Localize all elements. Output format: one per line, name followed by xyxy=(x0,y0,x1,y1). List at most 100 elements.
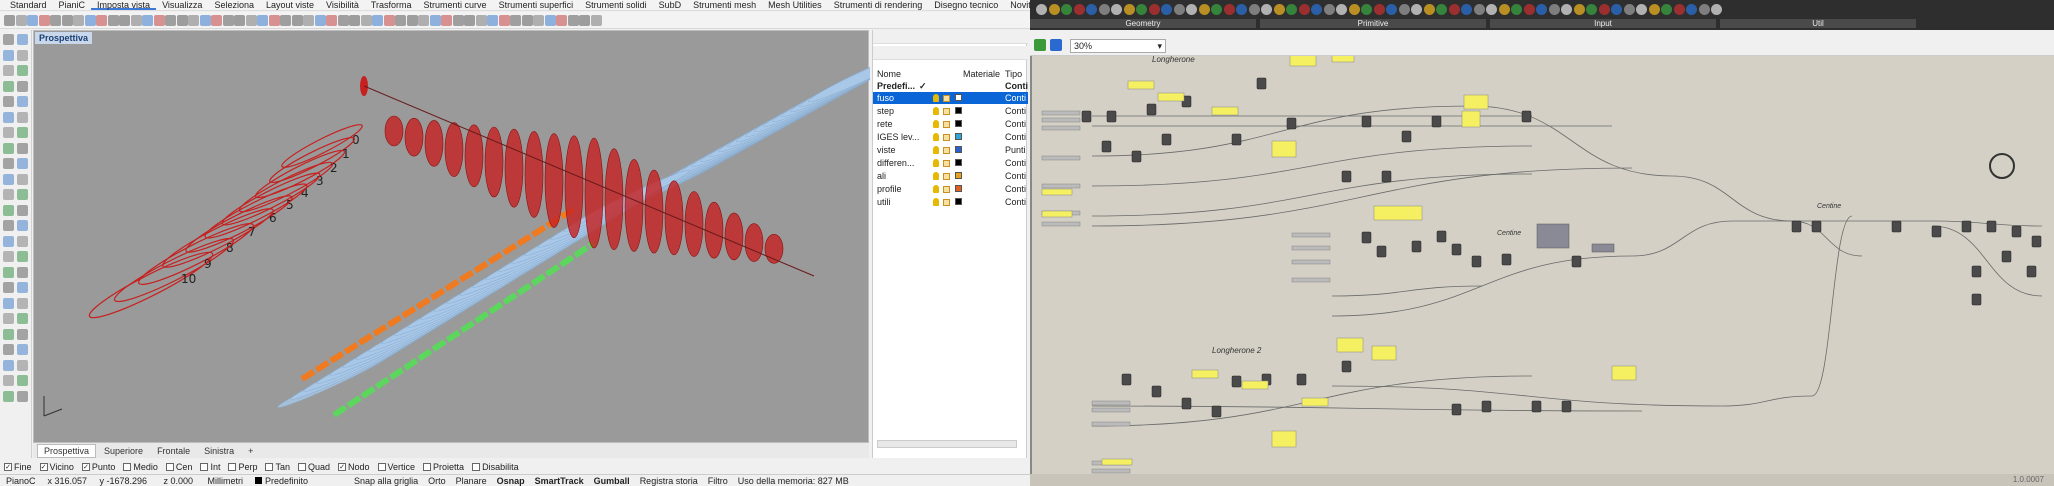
toolbar-icon[interactable] xyxy=(360,15,372,26)
viewport-tab[interactable]: Sinistra xyxy=(198,445,240,457)
toolbar-icon[interactable] xyxy=(418,15,429,26)
fuselage-frame[interactable] xyxy=(504,128,524,208)
gh-param[interactable] xyxy=(1591,243,1615,253)
component-icon[interactable] xyxy=(1536,4,1547,15)
navigation-compass-icon[interactable] xyxy=(1989,153,2015,179)
checkbox[interactable]: ✓ xyxy=(81,463,90,471)
tool-icon[interactable] xyxy=(3,235,14,247)
lightbulb-icon[interactable] xyxy=(933,146,939,154)
gh-slider[interactable] xyxy=(1291,232,1331,238)
layer-row[interactable]: differen... Conti xyxy=(873,157,1028,169)
gh-component[interactable] xyxy=(1296,373,1307,386)
tool-icon[interactable] xyxy=(3,111,14,123)
gh-component[interactable] xyxy=(1256,77,1267,90)
wing-profile-outline[interactable] xyxy=(159,202,278,275)
osnap-quad[interactable]: Quad xyxy=(297,462,330,472)
checkbox[interactable] xyxy=(472,463,481,471)
menu-item[interactable]: Layout viste xyxy=(260,0,320,10)
menu-item[interactable]: Strumenti superfici xyxy=(493,0,580,10)
tool-icon[interactable] xyxy=(3,158,14,169)
fuselage-frame[interactable] xyxy=(544,133,564,228)
status-toggle[interactable]: Uso della memoria: 827 MB xyxy=(733,476,854,486)
gh-component[interactable] xyxy=(1436,230,1447,243)
component-icon[interactable] xyxy=(1498,4,1510,15)
tool-icon[interactable] xyxy=(17,235,28,247)
menu-item[interactable]: Visualizza xyxy=(156,0,208,10)
toolbar-icon[interactable] xyxy=(556,15,567,26)
toolbar-icon[interactable] xyxy=(176,15,188,26)
lock-icon[interactable] xyxy=(943,121,950,128)
tool-icon[interactable] xyxy=(17,158,28,169)
toolbar-icon[interactable] xyxy=(383,15,395,26)
component-icon[interactable] xyxy=(1198,4,1210,15)
tool-icon[interactable] xyxy=(3,173,14,185)
gh-component[interactable] xyxy=(1161,133,1172,146)
lock-icon[interactable] xyxy=(943,147,950,154)
component-icon[interactable] xyxy=(1323,4,1335,15)
checkbox[interactable] xyxy=(423,463,432,471)
gh-component[interactable] xyxy=(1411,240,1422,253)
component-icon[interactable] xyxy=(1548,4,1560,15)
toolbar-icon[interactable] xyxy=(452,15,464,26)
fuselage-frame[interactable] xyxy=(744,223,764,262)
toolbar-icon[interactable] xyxy=(429,15,441,26)
gh-panel[interactable] xyxy=(1271,430,1297,448)
toolbar-icon[interactable] xyxy=(521,15,533,26)
gh-slider[interactable] xyxy=(1041,183,1081,189)
gh-component[interactable] xyxy=(1931,225,1942,238)
fuselage-frame[interactable] xyxy=(664,180,684,256)
component-icon[interactable] xyxy=(1236,4,1247,15)
tool-icon[interactable] xyxy=(3,282,14,293)
save-file-icon[interactable] xyxy=(1050,39,1062,51)
fuselage-frame[interactable] xyxy=(464,124,484,188)
tool-icon[interactable] xyxy=(17,96,28,107)
component-icon[interactable] xyxy=(1686,4,1697,15)
gh-panel[interactable] xyxy=(1211,106,1239,116)
osnap-int[interactable]: Int xyxy=(200,462,220,472)
layer-color-swatch[interactable] xyxy=(955,133,962,140)
gh-component[interactable] xyxy=(1151,385,1162,398)
gh-component[interactable] xyxy=(1361,115,1372,128)
osnap-nodo[interactable]: ✓ Nodo xyxy=(338,462,370,472)
gh-slider[interactable] xyxy=(1091,421,1131,427)
component-icon[interactable] xyxy=(1036,4,1047,15)
gh-component[interactable] xyxy=(1961,220,1972,233)
tool-icon[interactable] xyxy=(3,297,14,309)
status-toggle[interactable]: Registra storia xyxy=(635,476,703,486)
gh-panel[interactable] xyxy=(1371,345,1397,361)
gh-component[interactable] xyxy=(1561,400,1572,413)
gh-component[interactable] xyxy=(1361,231,1372,244)
spar-rear[interactable] xyxy=(332,240,596,418)
gh-slider[interactable] xyxy=(1291,277,1331,283)
layers-scrollbar[interactable] xyxy=(877,440,1017,448)
tool-icon[interactable] xyxy=(3,344,14,355)
status-toggle[interactable]: Snap alla griglia xyxy=(349,476,423,486)
osnap-vicino[interactable]: ✓ Vicino xyxy=(39,462,74,472)
toolbar-icon[interactable] xyxy=(533,15,544,26)
fuselage-frame[interactable] xyxy=(704,201,724,259)
component-icon[interactable] xyxy=(1398,4,1410,15)
toolbar-icon[interactable] xyxy=(211,15,222,26)
toolbar-icon[interactable] xyxy=(510,15,521,26)
component-icon[interactable] xyxy=(1361,4,1372,15)
menu-item[interactable]: Standard xyxy=(4,0,53,10)
lock-icon[interactable] xyxy=(943,134,950,141)
component-icon[interactable] xyxy=(1148,4,1160,15)
component-icon[interactable] xyxy=(1511,4,1522,15)
gh-component[interactable] xyxy=(1521,110,1532,123)
gh-component[interactable] xyxy=(1376,245,1387,258)
gh-component[interactable] xyxy=(1971,293,1982,306)
component-icon[interactable] xyxy=(1373,4,1385,15)
status-toggle[interactable]: SmartTrack xyxy=(530,476,589,486)
lock-icon[interactable] xyxy=(943,95,950,102)
toolbar-icon[interactable] xyxy=(4,15,15,26)
component-icon[interactable] xyxy=(1423,4,1435,15)
component-icon[interactable] xyxy=(1048,4,1060,15)
toolbar-icon[interactable] xyxy=(107,15,119,26)
component-icon[interactable] xyxy=(1598,4,1610,15)
toolbar-icon[interactable] xyxy=(291,15,303,26)
component-icon[interactable] xyxy=(1136,4,1147,15)
gh-component[interactable] xyxy=(1891,220,1902,233)
layer-color-swatch[interactable] xyxy=(955,185,962,192)
osnap-proietta[interactable]: Proietta xyxy=(423,462,464,472)
